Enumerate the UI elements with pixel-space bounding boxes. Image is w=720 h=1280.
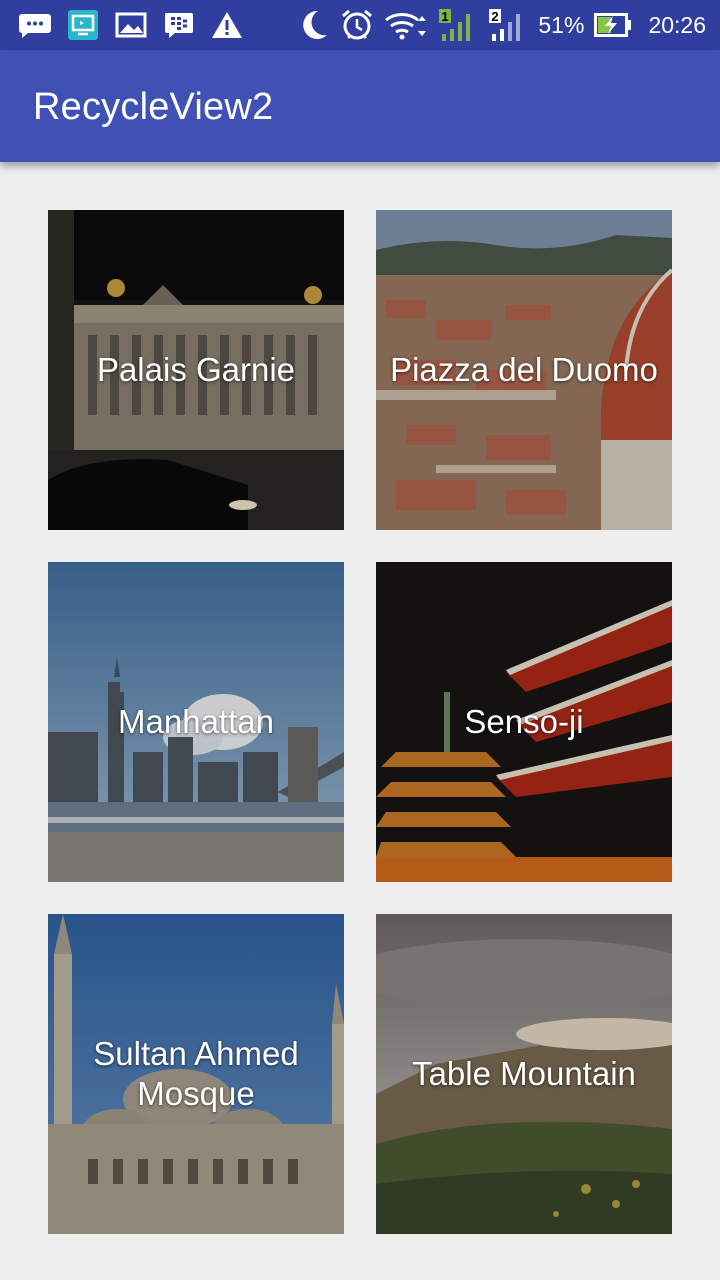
place-card-sultan-ahmed-mosque[interactable]: Sultan Ahmed Mosque bbox=[48, 914, 344, 1234]
bbm-icon bbox=[162, 10, 196, 40]
place-name: Palais Garnie bbox=[96, 351, 296, 388]
messaging-icon bbox=[18, 10, 52, 40]
place-card-piazza-del-duomo[interactable]: Piazza del Duomo bbox=[376, 210, 672, 530]
wifi-icon bbox=[384, 10, 428, 40]
place-name: Senso-ji bbox=[464, 703, 584, 740]
clock: 20:26 bbox=[648, 11, 706, 38]
system-icons: 1 2 51% 20:26 bbox=[296, 9, 706, 41]
place-name: Sultan Ahmed Mosque bbox=[93, 1035, 299, 1112]
warning-icon bbox=[210, 10, 244, 40]
sim1-label: 1 bbox=[442, 9, 449, 24]
sim2-label: 2 bbox=[492, 9, 499, 24]
sim1-signal-icon: 1 bbox=[438, 9, 478, 41]
place-card-manhattan[interactable]: Manhattan bbox=[48, 562, 344, 882]
screen-cast-icon bbox=[66, 10, 100, 40]
app-bar: RecycleView2 bbox=[0, 50, 720, 162]
place-card-table-mountain[interactable]: Table Mountain bbox=[376, 914, 672, 1234]
notification-icons bbox=[18, 9, 244, 41]
place-card-senso-ji[interactable]: Senso-ji bbox=[376, 562, 672, 882]
gallery-icon bbox=[114, 10, 148, 40]
sim2-signal-icon: 2 bbox=[488, 9, 528, 41]
battery-charging-icon bbox=[594, 10, 632, 40]
app-title: RecycleView2 bbox=[33, 86, 274, 128]
place-name: Table Mountain bbox=[412, 1055, 636, 1092]
place-name: Manhattan bbox=[118, 703, 274, 740]
battery-percent: 51% bbox=[538, 11, 585, 38]
place-name: Piazza del Duomo bbox=[390, 351, 658, 388]
place-card-palais-garnier[interactable]: Palais Garnie bbox=[48, 210, 344, 530]
do-not-disturb-moon-icon bbox=[296, 10, 330, 40]
alarm-icon bbox=[340, 9, 374, 40]
status-bar: 1 2 51% 20:26 bbox=[0, 0, 720, 50]
